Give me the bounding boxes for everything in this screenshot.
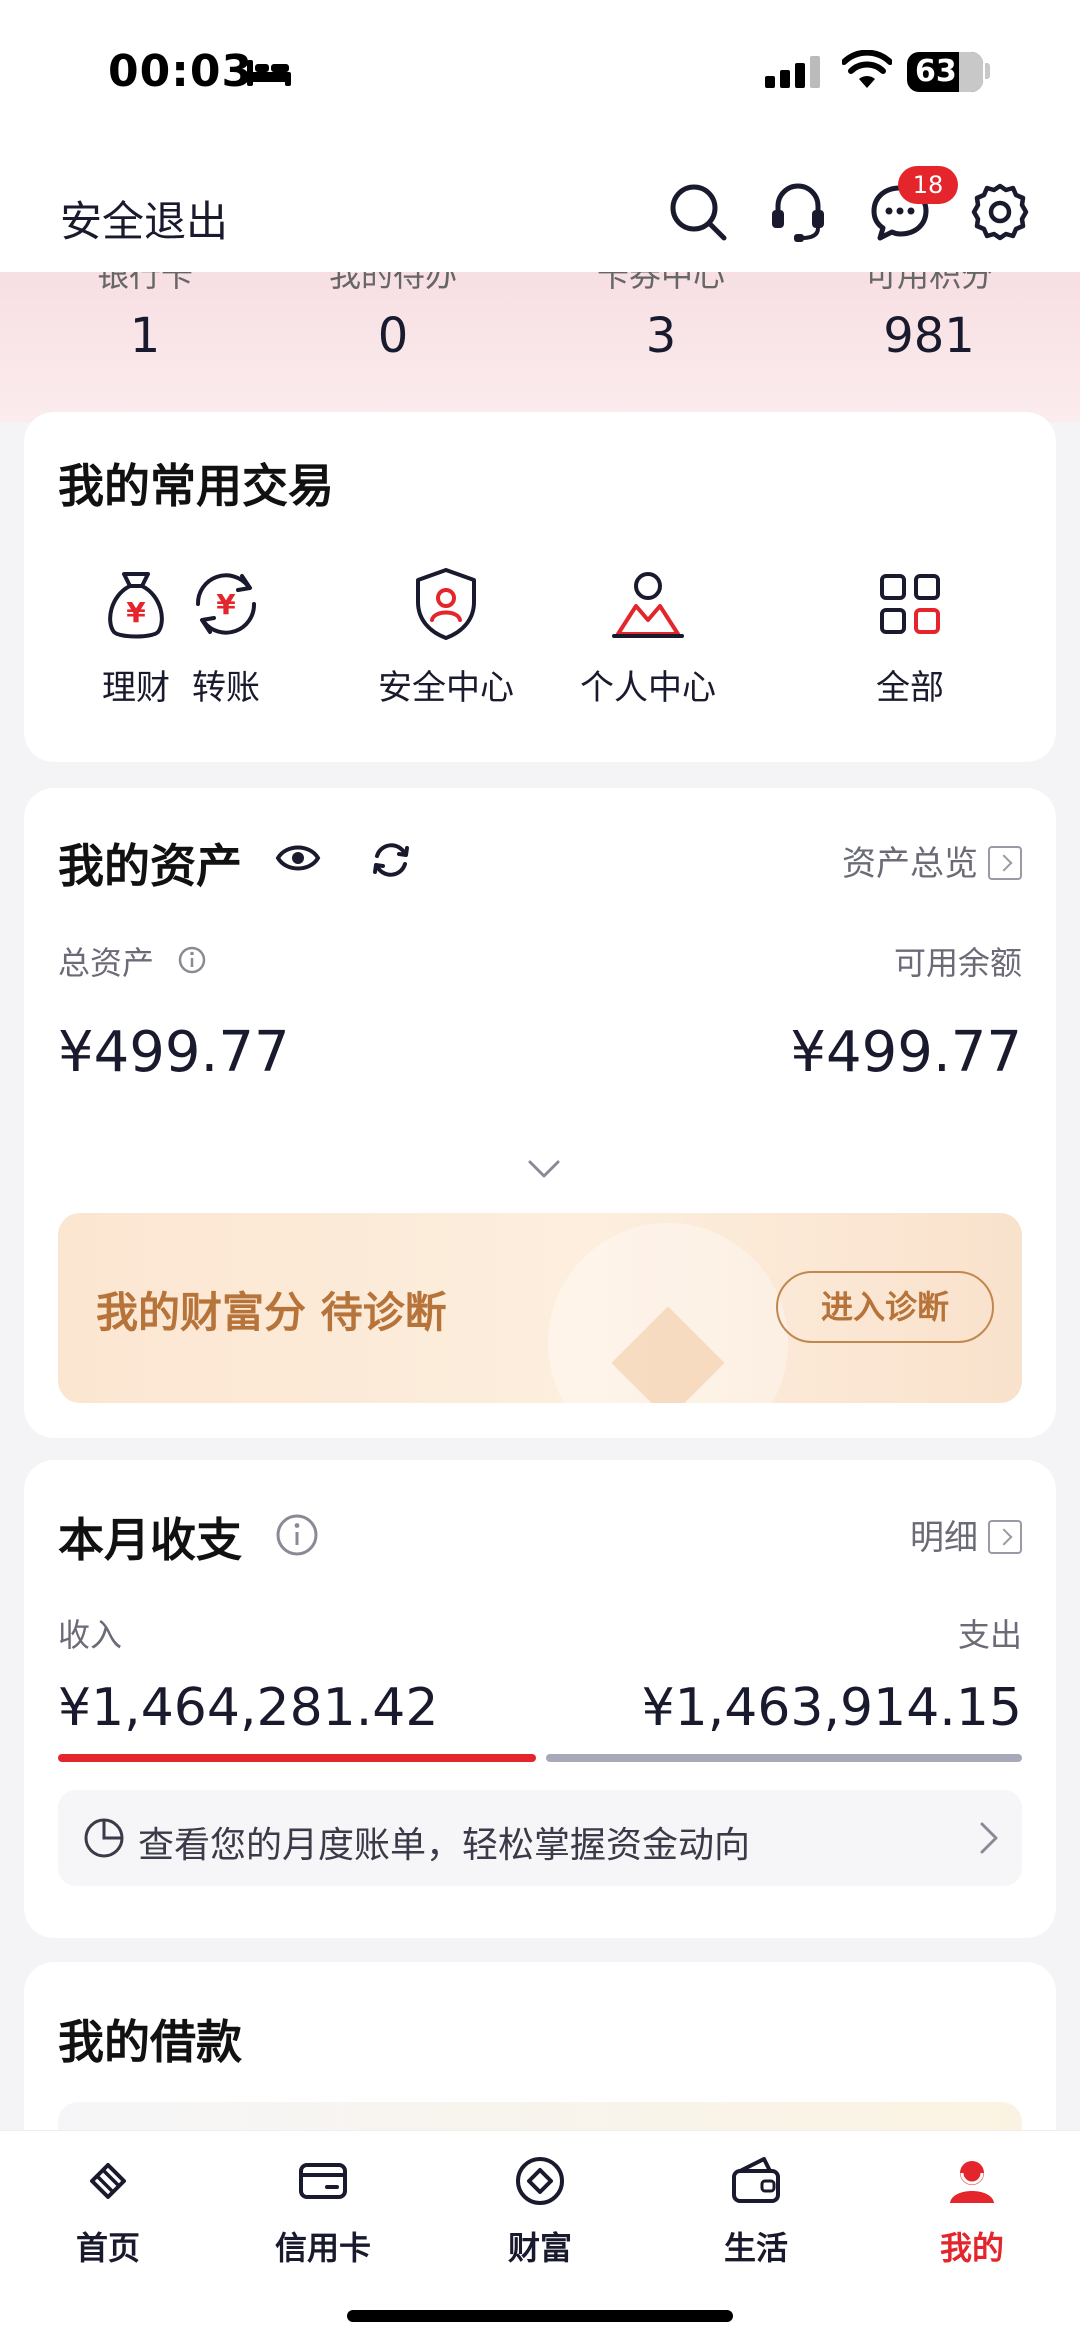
cellular-signal-icon xyxy=(765,56,820,88)
total-assets-label: 总资产 xyxy=(58,944,155,982)
battery-level: 63 xyxy=(915,54,957,89)
battery-indicator: 63 xyxy=(907,52,983,92)
income-label: 收入 xyxy=(58,1616,123,1654)
card-title: 本月收支 xyxy=(58,1513,242,1567)
chevron-down-icon[interactable] xyxy=(524,1154,564,1182)
monthly-summary-card: 本月收支 明细 收入 支出 ¥1,464,281.42 ¥1,463,914.1… xyxy=(24,1460,1056,1938)
summary-label: 卡券中心 xyxy=(596,272,725,294)
chevron-right-icon xyxy=(988,845,1022,880)
nav-label: 首页 xyxy=(75,2229,140,2267)
freq-item-personal-center[interactable]: 个人中心 xyxy=(538,562,758,709)
income-bar xyxy=(58,1754,536,1762)
search-icon[interactable] xyxy=(666,180,730,244)
shield-user-icon xyxy=(416,568,476,640)
sleep-mode-icon xyxy=(247,60,291,86)
summary-value: 981 xyxy=(883,308,975,364)
detail-link[interactable]: 明细 xyxy=(910,1510,1022,1559)
nav-label: 信用卡 xyxy=(274,2229,371,2267)
status-time: 00:03 xyxy=(108,46,254,97)
nav-label: 我的 xyxy=(939,2229,1004,2267)
info-icon[interactable] xyxy=(176,944,208,976)
logout-button[interactable]: 安全退出 xyxy=(60,188,228,249)
freq-item-transfer[interactable]: ¥ 转账 xyxy=(146,562,306,709)
monthly-bill-link[interactable]: 查看您的月度账单，轻松掌握资金动向 xyxy=(58,1790,1022,1886)
nav-label: 财富 xyxy=(507,2229,572,2267)
account-summary: 银行卡 1 我的待办 0 卡券中心 3 可用积分 981 xyxy=(0,272,1080,422)
nav-label: 生活 xyxy=(723,2229,788,2267)
wealth-icon xyxy=(516,2157,564,2205)
nav-credit-card[interactable]: 信用卡 xyxy=(243,2151,403,2269)
available-balance-value: ¥499.77 xyxy=(790,1020,1022,1085)
wealth-score-text: 我的财富分 待诊断 xyxy=(96,1288,447,1337)
expense-bar xyxy=(546,1754,1022,1762)
frequent-transactions-card: 我的常用交易 ¥ 理财 ¥ 转账 安全中心 个人中心 全部 xyxy=(24,412,1056,762)
eye-icon[interactable] xyxy=(274,838,322,878)
credit-card-icon xyxy=(299,2163,347,2199)
wifi-icon xyxy=(842,50,892,88)
freq-label: 安全中心 xyxy=(378,668,514,708)
wealth-score-banner[interactable]: 我的财富分 待诊断 进入诊断 xyxy=(58,1213,1022,1403)
nav-life[interactable]: 生活 xyxy=(676,2151,836,2269)
svg-text:¥: ¥ xyxy=(126,596,146,629)
freq-label: 转账 xyxy=(192,668,260,708)
card-title: 我的借款 xyxy=(58,2015,242,2069)
status-bar: 00:03 63 xyxy=(0,0,1080,150)
card-title: 我的资产 xyxy=(58,839,242,893)
enter-diagnosis-button[interactable]: 进入诊断 xyxy=(776,1271,994,1343)
expense-value: ¥1,463,914.15 xyxy=(641,1678,1022,1738)
chevron-right-icon xyxy=(980,1822,998,1854)
info-icon[interactable] xyxy=(274,1512,320,1558)
grid-icon xyxy=(880,574,940,634)
person-icon xyxy=(612,572,684,638)
wallet-icon xyxy=(732,2157,780,2203)
summary-value: 1 xyxy=(129,308,161,364)
nav-mine[interactable]: 我的 xyxy=(892,2151,1052,2269)
nav-wealth[interactable]: 财富 xyxy=(460,2151,620,2269)
summary-label: 银行卡 xyxy=(96,272,193,294)
chevron-right-icon xyxy=(988,1519,1022,1554)
summary-value: 3 xyxy=(645,308,677,364)
app-header: 安全退出 18 xyxy=(0,150,1080,272)
profile-icon xyxy=(950,2161,994,2203)
refresh-icon[interactable] xyxy=(369,838,413,882)
freq-label: 全部 xyxy=(876,668,944,708)
settings-icon[interactable] xyxy=(968,180,1032,244)
card-title: 我的常用交易 xyxy=(58,459,334,513)
freq-label: 个人中心 xyxy=(580,668,716,708)
svg-text:¥: ¥ xyxy=(216,588,236,621)
asset-overview-link[interactable]: 资产总览 xyxy=(842,836,1022,885)
freq-item-all[interactable]: 全部 xyxy=(830,562,990,709)
battery-tip xyxy=(985,63,990,79)
nav-home[interactable]: 首页 xyxy=(28,2151,188,2269)
bill-text: 查看您的月度账单，轻松掌握资金动向 xyxy=(138,1825,751,1866)
summary-label: 我的待办 xyxy=(328,272,457,294)
summary-value: 0 xyxy=(377,308,409,364)
asset-overview-label: 资产总览 xyxy=(842,844,978,884)
detail-label: 明细 xyxy=(910,1518,978,1558)
home-indicator xyxy=(347,2310,733,2322)
home-icon xyxy=(90,2163,126,2199)
assets-card: 我的资产 资产总览 总资产 可用余额 ¥499.77 ¥499.77 我的财富分… xyxy=(24,788,1056,1438)
transfer-icon: ¥ xyxy=(195,573,257,635)
freq-item-security-center[interactable]: 安全中心 xyxy=(336,562,556,709)
summary-label: 可用积分 xyxy=(864,272,993,294)
customer-service-icon[interactable] xyxy=(766,180,830,244)
expense-label: 支出 xyxy=(957,1616,1022,1654)
available-balance-label: 可用余额 xyxy=(893,944,1022,982)
income-value: ¥1,464,281.42 xyxy=(58,1678,439,1738)
pie-chart-icon xyxy=(84,1818,124,1858)
message-badge: 18 xyxy=(898,166,958,204)
total-assets-value: ¥499.77 xyxy=(58,1020,290,1085)
